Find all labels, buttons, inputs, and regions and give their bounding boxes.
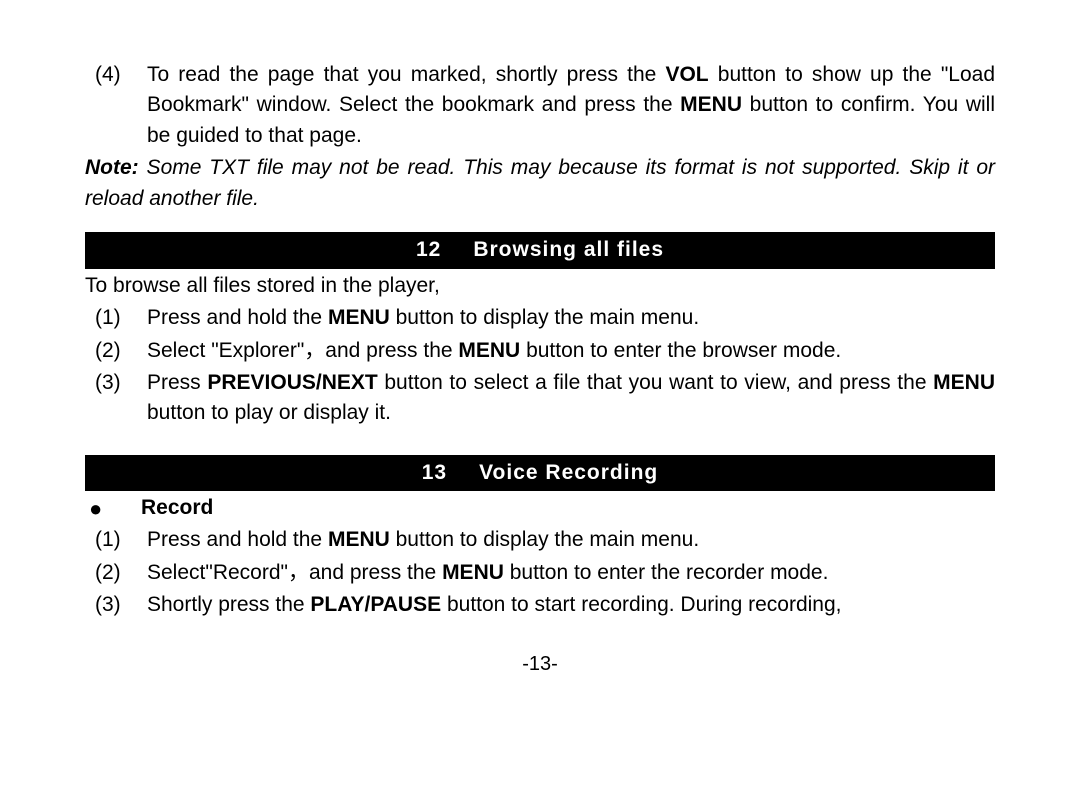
text: Select"Record"，and press the (147, 561, 442, 584)
text: Press (147, 371, 207, 394)
text: button to display the main menu. (390, 306, 699, 329)
section12-intro: To browse all files stored in the player… (85, 271, 995, 301)
s12-item-3: (3) Press PREVIOUS/NEXT button to select… (85, 368, 995, 429)
menu-label: MENU (328, 528, 390, 551)
text: button to select a file that you want to… (378, 371, 933, 394)
menu-label: MENU (680, 93, 742, 116)
section-title: Browsing all files (473, 238, 664, 261)
playpause-label: PLAY/PAUSE (310, 593, 441, 616)
note-lead: Note: (85, 156, 139, 179)
menu-label: MENU (328, 306, 390, 329)
text: button to display the main menu. (390, 528, 699, 551)
list-number: (1) (85, 525, 147, 555)
list-number: (3) (85, 368, 147, 429)
list-body: Press and hold the MENU button to displa… (147, 525, 995, 555)
bullet-icon: ● (85, 493, 141, 525)
section-number: 12 (416, 235, 441, 265)
manual-page: (4) To read the page that you marked, sh… (0, 0, 1080, 679)
text: button to play or display it. (147, 401, 391, 424)
section-header-12: 12 Browsing all files (85, 232, 995, 268)
spacer (85, 431, 995, 449)
text: To read the page that you marked, shortl… (147, 63, 665, 86)
text: Select "Explorer"，and press the (147, 339, 458, 362)
list-item-4: (4) To read the page that you marked, sh… (85, 60, 995, 151)
list-number: (1) (85, 303, 147, 333)
vol-label: VOL (665, 63, 708, 86)
list-body: To read the page that you marked, shortl… (147, 60, 995, 151)
note-body: Some TXT file may not be read. This may … (85, 156, 995, 209)
s12-item-1: (1) Press and hold the MENU button to di… (85, 303, 995, 333)
list-body: Shortly press the PLAY/PAUSE button to s… (147, 590, 995, 620)
text: button to enter the recorder mode. (504, 561, 829, 584)
section-number: 13 (422, 458, 447, 488)
note-paragraph: Note: Some TXT file may not be read. Thi… (85, 153, 995, 214)
text: Shortly press the (147, 593, 310, 616)
text: button to start recording. During record… (441, 593, 841, 616)
s13-item-3: (3) Shortly press the PLAY/PAUSE button … (85, 590, 995, 620)
s12-item-2: (2) Select "Explorer"，and press the MENU… (85, 336, 995, 366)
text: Press and hold the (147, 306, 328, 329)
section-header-13: 13 Voice Recording (85, 455, 995, 491)
s13-item-1: (1) Press and hold the MENU button to di… (85, 525, 995, 555)
text: Press and hold the (147, 528, 328, 551)
text: button to enter the browser mode. (520, 339, 841, 362)
s13-item-2: (2) Select"Record"，and press the MENU bu… (85, 558, 995, 588)
menu-label: MENU (933, 371, 995, 394)
prevnext-label: PREVIOUS/NEXT (207, 371, 377, 394)
menu-label: MENU (458, 339, 520, 362)
list-body: Press and hold the MENU button to displa… (147, 303, 995, 333)
subsection-label: Record (141, 493, 213, 525)
list-number: (2) (85, 558, 147, 588)
list-body: Press PREVIOUS/NEXT button to select a f… (147, 368, 995, 429)
subsection-record: ● Record (85, 493, 995, 525)
page-number: -13- (85, 650, 995, 679)
list-number: (4) (85, 60, 147, 151)
section-title: Voice Recording (479, 461, 658, 484)
list-body: Select "Explorer"，and press the MENU but… (147, 336, 995, 366)
list-number: (3) (85, 590, 147, 620)
list-body: Select"Record"，and press the MENU button… (147, 558, 995, 588)
menu-label: MENU (442, 561, 504, 584)
list-number: (2) (85, 336, 147, 366)
